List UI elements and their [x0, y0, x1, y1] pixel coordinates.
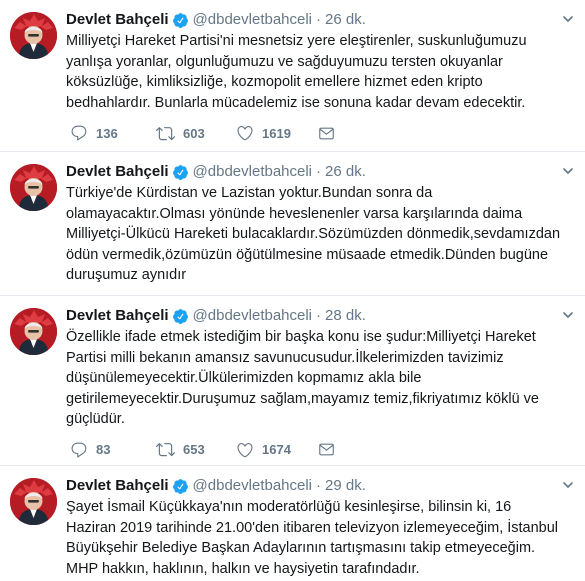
tweet-timestamp[interactable]: 28 dk. [325, 306, 366, 326]
tweet[interactable]: Devlet Bahçeli @dbdevletbahceli · 29 dk.… [0, 466, 585, 581]
chevron-down-icon[interactable] [561, 12, 575, 26]
reply-icon [70, 124, 88, 142]
author-name[interactable]: Devlet Bahçeli [66, 306, 169, 326]
reply-button[interactable]: 83 [70, 441, 156, 459]
tweet-text: Türkiye'de Kürdistan ve Lazistan yoktur.… [66, 185, 561, 283]
verified-badge-icon [172, 308, 189, 325]
tweet-timestamp[interactable]: 29 dk. [325, 476, 366, 496]
retweet-count: 653 [183, 442, 205, 457]
retweet-icon [156, 440, 175, 459]
tweet-timestamp[interactable]: 26 dk. [325, 10, 366, 30]
retweet-button[interactable]: 603 [156, 124, 236, 143]
heart-icon [236, 124, 254, 142]
retweet-count: 603 [183, 125, 205, 141]
reply-count: 136 [96, 125, 118, 141]
envelope-icon [318, 441, 335, 458]
reply-count: 83 [96, 442, 111, 457]
tweet[interactable]: Devlet Bahçeli @dbdevletbahceli · 26 dk.… [0, 152, 585, 313]
verified-badge-icon [172, 12, 189, 29]
chevron-down-icon[interactable] [561, 478, 575, 492]
author-handle[interactable]: @dbdevletbahceli [193, 10, 312, 30]
heart-icon [236, 441, 254, 459]
separator-dot: · [316, 163, 322, 180]
separator-dot: · [316, 307, 322, 324]
direct-message-button[interactable] [318, 441, 338, 458]
retweet-icon [156, 124, 175, 143]
avatar[interactable] [10, 164, 57, 211]
separator-dot: · [316, 477, 322, 494]
tweet-text: Milliyetçi Hareket Partisi'ni mesnetsiz … [66, 33, 527, 111]
author-name[interactable]: Devlet Bahçeli [66, 162, 169, 182]
direct-message-button[interactable] [318, 125, 338, 142]
avatar[interactable] [10, 12, 57, 59]
author-name[interactable]: Devlet Bahçeli [66, 476, 169, 496]
avatar[interactable] [10, 308, 57, 355]
tweet[interactable]: Devlet Bahçeli @dbdevletbahceli · 28 dk.… [0, 296, 585, 466]
tweet-header: Devlet Bahçeli @dbdevletbahceli · 26 dk. [66, 162, 573, 182]
reply-icon [70, 441, 88, 459]
tweet[interactable]: Devlet Bahçeli @dbdevletbahceli · 26 dk.… [0, 0, 585, 152]
tweet-timestamp[interactable]: 26 dk. [325, 162, 366, 182]
like-count: 1674 [262, 442, 291, 457]
chevron-down-icon[interactable] [561, 164, 575, 178]
tweet-actions: 136 603 1619 [66, 123, 573, 143]
tweet-text: Özellikle ifade etmek istediğim bir başk… [66, 329, 539, 427]
tweet-actions: 83 653 1674 [66, 440, 573, 460]
timeline: Devlet Bahçeli @dbdevletbahceli · 26 dk.… [0, 0, 585, 581]
envelope-icon [318, 125, 335, 142]
verified-badge-icon [172, 478, 189, 495]
separator-dot: · [316, 11, 322, 28]
author-handle[interactable]: @dbdevletbahceli [193, 476, 312, 496]
tweet-header: Devlet Bahçeli @dbdevletbahceli · 28 dk. [66, 306, 573, 326]
author-handle[interactable]: @dbdevletbahceli [193, 162, 312, 182]
like-count: 1619 [262, 125, 291, 141]
tweet-header: Devlet Bahçeli @dbdevletbahceli · 26 dk. [66, 10, 573, 30]
tweet-header: Devlet Bahçeli @dbdevletbahceli · 29 dk. [66, 476, 573, 496]
verified-badge-icon [172, 164, 189, 181]
author-handle[interactable]: @dbdevletbahceli [193, 306, 312, 326]
chevron-down-icon[interactable] [561, 308, 575, 322]
like-button[interactable]: 1619 [236, 124, 318, 142]
author-name[interactable]: Devlet Bahçeli [66, 10, 169, 30]
retweet-button[interactable]: 653 [156, 440, 236, 459]
avatar[interactable] [10, 478, 57, 525]
tweet-text: Şayet İsmail Küçükkaya'nın moderatörlüğü… [66, 499, 559, 577]
reply-button[interactable]: 136 [70, 124, 156, 142]
like-button[interactable]: 1674 [236, 441, 318, 459]
